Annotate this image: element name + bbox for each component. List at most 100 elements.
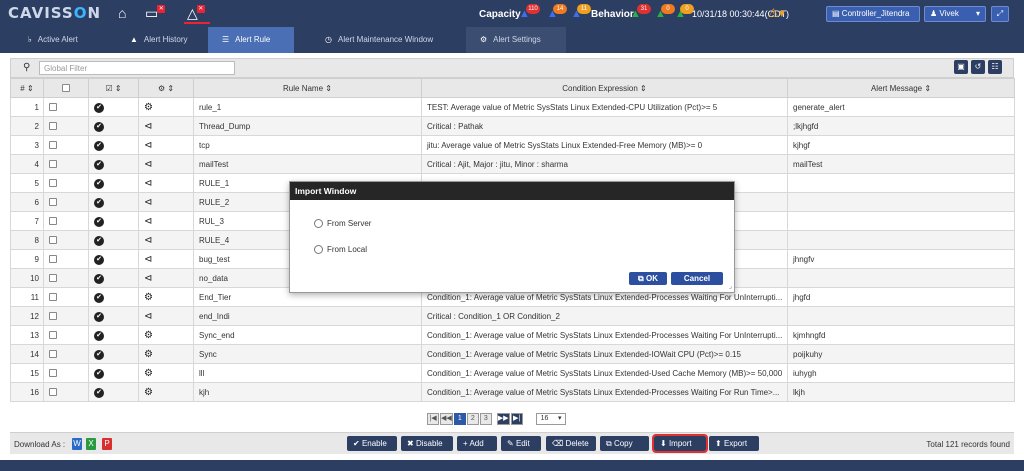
from-local-radio[interactable]	[314, 245, 323, 255]
header-status[interactable]: ☑ ⇕	[88, 78, 139, 98]
add-button[interactable]: + Add	[457, 436, 497, 451]
enable-button[interactable]: ✔ Enable	[347, 436, 397, 451]
disable-button[interactable]: ✖ Disable	[401, 436, 453, 451]
row-checkbox[interactable]	[49, 274, 57, 283]
table-row[interactable]: 13 ✔ ⚙ Sync_end Condition_1: Average value o…	[10, 325, 1015, 345]
row-checkbox[interactable]	[49, 350, 57, 359]
row-status-cell: ✔	[88, 382, 139, 402]
word-file-icon[interactable]: W	[72, 438, 82, 450]
row-checkbox[interactable]	[49, 103, 57, 112]
resize-handle-icon[interactable]: ⌟	[729, 282, 732, 290]
import-button[interactable]: ⬇ Import	[652, 434, 708, 453]
row-status-cell: ✔	[88, 268, 139, 288]
header-type[interactable]: ⚙ ⇕	[138, 78, 194, 98]
monitor-icon[interactable]: ▭ ✕	[145, 4, 166, 22]
check-circle-icon: ✔	[94, 254, 104, 265]
row-checkbox[interactable]	[49, 331, 57, 340]
header-num[interactable]: # ⇕	[10, 78, 44, 98]
filter-toolbar: ⚲ ▣ ↺ ☷	[10, 58, 1014, 78]
table-row[interactable]: 14 ✔ ⚙ Sync Condition_1: Average value of Me…	[10, 344, 1015, 364]
excel-file-icon[interactable]: X	[86, 438, 96, 450]
select-all-checkbox[interactable]	[62, 84, 70, 93]
pdf-export-icon[interactable]: ▣	[954, 60, 968, 74]
row-type-cell: ⚙	[138, 363, 194, 383]
header-rule-name[interactable]: Rule Name ⇕	[193, 78, 422, 98]
row-select-cell	[43, 173, 89, 193]
check-circle-icon: ✔	[94, 159, 104, 170]
row-checkbox[interactable]	[49, 122, 57, 131]
expand-icon[interactable]: ⤢	[991, 6, 1009, 22]
table-row[interactable]: 16 ✔ ⚙ kjh Condition_1: Average value of Met…	[10, 382, 1015, 402]
page-size-select[interactable]: 16 ▾	[535, 413, 566, 425]
page-1-button[interactable]: 1	[453, 413, 466, 425]
pdf-file-icon[interactable]: P	[102, 438, 112, 450]
page-2-button[interactable]: 2	[466, 413, 479, 425]
header-condition-expression[interactable]: Condition Expression ⇕	[421, 78, 788, 98]
row-checkbox[interactable]	[49, 198, 57, 207]
next-page-button[interactable]: ▶▶	[496, 413, 510, 425]
row-checkbox[interactable]	[49, 369, 57, 378]
table-row[interactable]: 4 ✔ ⊲ mailTest Critical : Ajit, Major : jitu…	[10, 154, 1015, 174]
header-select-all[interactable]	[43, 78, 89, 98]
tab-alert-history[interactable]: ▲ Alert History	[116, 27, 208, 53]
row-status-cell: ✔	[88, 173, 139, 193]
page-3-button[interactable]: 3	[479, 413, 492, 425]
tab-alert-settings[interactable]: ⚙ Alert Settings	[466, 27, 566, 53]
rule-name-cell: Sync	[193, 344, 422, 364]
row-checkbox[interactable]	[49, 388, 57, 397]
from-server-option[interactable]: From Server	[314, 219, 371, 229]
upload-icon: ⬆	[715, 439, 722, 448]
condition-expression-cell: jitu: Average value of Metric SysStats L…	[421, 135, 788, 155]
gears-icon: ⚙	[144, 101, 153, 113]
row-checkbox[interactable]	[49, 236, 57, 245]
row-checkbox[interactable]	[49, 179, 57, 188]
global-filter-input[interactable]	[39, 61, 235, 75]
last-page-button[interactable]: ▶|	[510, 413, 523, 425]
row-select-cell	[43, 192, 89, 212]
row-number: 16	[10, 382, 44, 402]
alert-message-cell	[787, 211, 1015, 231]
caret-down-icon: ▾	[558, 415, 562, 422]
header-alert-message[interactable]: Alert Message ⇕	[787, 78, 1015, 98]
caret-down-icon: ▾	[975, 9, 980, 18]
row-checkbox[interactable]	[49, 255, 57, 264]
from-local-option[interactable]: From Local	[314, 245, 367, 255]
table-row[interactable]: 3 ✔ ⊲ tcp jitu: Average value of Metric SysS…	[10, 135, 1015, 155]
controller-button[interactable]: ▤ Controller_Jitendra	[826, 6, 920, 22]
table-row[interactable]: 2 ✔ ⊲ Thread_Dump Critical : Pathak ;lkjhgfd	[10, 116, 1015, 136]
footer-toolbar: Download As : W X P ✔ Enable ✖ Disable +…	[10, 432, 1014, 454]
row-checkbox[interactable]	[49, 293, 57, 302]
check-circle-icon: ✔	[94, 121, 104, 132]
share-icon: ⊲	[144, 215, 153, 227]
row-checkbox[interactable]	[49, 141, 57, 150]
export-button[interactable]: ⬆ Export	[709, 436, 759, 451]
copy-button[interactable]: ⧉ Copy	[600, 436, 649, 451]
columns-icon[interactable]: ☷	[988, 60, 1002, 74]
bell-alert-icon[interactable]: △ ✕	[187, 4, 205, 22]
tab-alert-maintenance-window[interactable]: ◷ Alert Maintenance Window	[311, 27, 467, 53]
from-server-radio[interactable]	[314, 219, 323, 229]
table-row[interactable]: 12 ✔ ⊲ end_Indi Critical : Condition_1 OR Co…	[10, 306, 1015, 326]
row-status-cell: ✔	[88, 287, 139, 307]
tab-alert-rule[interactable]: ☰ Alert Rule	[208, 27, 294, 53]
row-checkbox[interactable]	[49, 312, 57, 321]
prev-page-button[interactable]: ◀◀	[440, 413, 453, 425]
cancel-button[interactable]: Cancel	[671, 272, 723, 285]
warning-icon[interactable]: ⚠▾	[768, 6, 785, 20]
tab-active-alert[interactable]: ♭ Active Alert	[14, 27, 120, 53]
user-menu-button[interactable]: ♟ Vivek ▾	[924, 6, 986, 22]
table-row[interactable]: 15 ✔ ⚙ lll Condition_1: Average value of Met…	[10, 363, 1015, 383]
row-checkbox[interactable]	[49, 217, 57, 226]
edit-button[interactable]: ✎ Edit	[501, 436, 541, 451]
row-type-cell: ⊲	[138, 249, 194, 269]
rule-name-cell: kjh	[193, 382, 422, 402]
ok-button[interactable]: ⧉ OK	[629, 272, 667, 285]
history-icon[interactable]: ↺	[971, 60, 985, 74]
home-icon[interactable]: ⌂	[118, 4, 126, 22]
row-checkbox[interactable]	[49, 160, 57, 169]
first-page-button[interactable]: |◀	[427, 413, 439, 425]
check-circle-icon: ✔	[94, 216, 104, 227]
alert-message-cell: poijkuhy	[787, 344, 1015, 364]
table-row[interactable]: 1 ✔ ⚙ rule_1 TEST: Average value of Metric S…	[10, 97, 1015, 117]
delete-button[interactable]: ⌫ Delete	[546, 436, 596, 451]
